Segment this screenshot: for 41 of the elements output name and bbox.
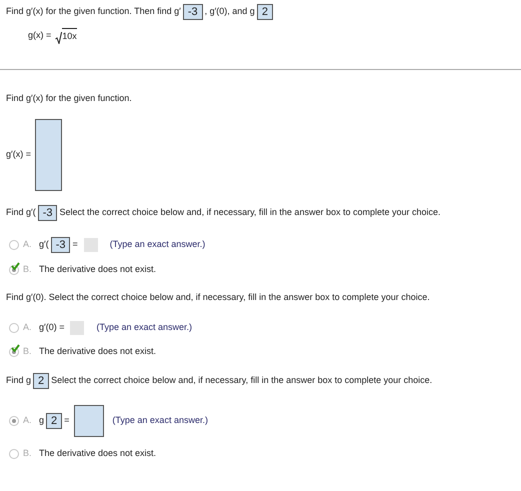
formula-text: g(x) = (28, 29, 52, 42)
question-text: Find g′( (6, 206, 36, 220)
hint-text: (Type an exact answer.) (110, 238, 206, 252)
radio-button[interactable] (9, 416, 19, 426)
choice-letter: A. (23, 414, 33, 427)
choice-letter: A. (23, 238, 33, 252)
answer-box[interactable] (74, 404, 104, 436)
question-text: Find g′(x) for the given function. Then find g′ (6, 5, 181, 18)
radio-button[interactable] (9, 240, 19, 250)
hint-text: (Type an exact answer.) (112, 414, 208, 427)
question-text: Select the correct choice below and, if necessary, fill in the answer box to complete your choice. (51, 374, 432, 387)
question-text: = (64, 414, 70, 427)
question-text: Find g′(x) for the given function. (6, 92, 132, 105)
value-box: 2 (33, 372, 50, 388)
value-box: 2 (46, 412, 62, 428)
hint-text: (Type an exact answer.) (96, 320, 192, 334)
value-box: -3 (38, 205, 58, 221)
radio-button[interactable] (9, 322, 19, 332)
question-text: Find g′(0). Select the correct choice below and, if necessary, fill in the answer box to complete your choice. (6, 291, 430, 304)
value-box: -3 (182, 4, 203, 20)
radio-button[interactable] (9, 448, 19, 458)
square-root-icon (55, 32, 62, 44)
question-text: = (72, 238, 78, 252)
choice-letter: B. (23, 446, 33, 460)
radicand-text: 10x (62, 28, 77, 44)
question-text: g′( (39, 238, 49, 252)
question-text: g (39, 414, 44, 427)
question-text: The derivative does not exist. (39, 263, 156, 276)
question-text: Find g (6, 374, 32, 387)
choice-letter: A. (23, 320, 33, 334)
value-box: -3 (50, 237, 70, 253)
answer-box[interactable] (34, 119, 62, 191)
choice-letter: B. (23, 344, 33, 358)
question-text: , g′(0), and g (204, 5, 255, 18)
value-box: 2 (256, 4, 273, 20)
question-text: The derivative does not exist. (39, 446, 156, 460)
question-text: g′(0) = (39, 320, 64, 334)
choice-letter: B. (23, 263, 33, 276)
question-text: Select the correct choice below and, if necessary, fill in the answer box to complete your choice. (59, 206, 441, 220)
question-text: The derivative does not exist. (39, 344, 156, 358)
answer-label: g′(x) = (6, 148, 31, 162)
